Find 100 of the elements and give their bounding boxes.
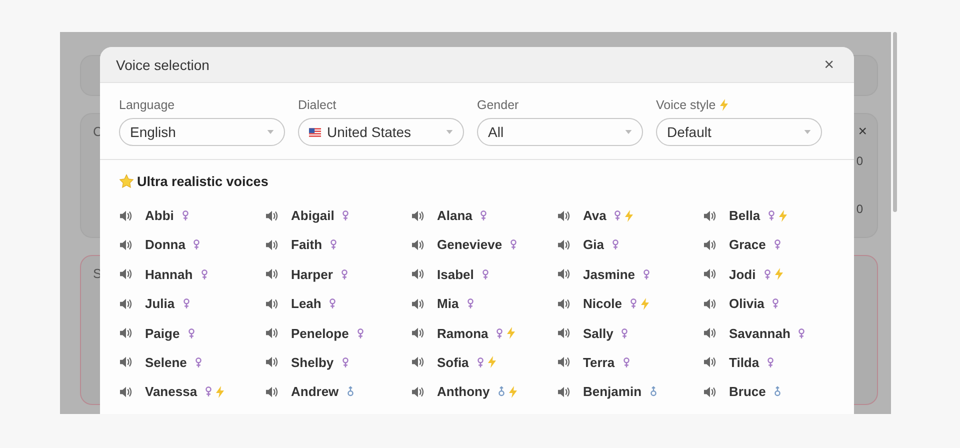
female-symbol-icon: [767, 356, 774, 368]
speaker-icon: [411, 386, 425, 398]
voice-name[interactable]: Andrew: [291, 384, 339, 400]
voice-name[interactable]: Sally: [583, 326, 614, 341]
voice-name[interactable]: Anthony: [437, 384, 490, 400]
female-symbol-icon: [774, 239, 781, 250]
voice-name[interactable]: Donna: [145, 237, 186, 252]
speaker-icon: [703, 238, 717, 251]
voice-name[interactable]: Jodi: [729, 266, 756, 282]
speaker-icon: [119, 238, 133, 251]
speaker-icon: [557, 327, 571, 340]
voice-name[interactable]: Benjamin: [583, 384, 642, 400]
voice-name[interactable]: Penelope: [291, 326, 349, 341]
female-symbol-icon: [188, 328, 195, 339]
caret-icon: [267, 130, 274, 134]
voice-name[interactable]: Alana: [437, 208, 472, 223]
voice-name[interactable]: Paige: [145, 326, 180, 341]
voice-name[interactable]: Olivia: [729, 296, 764, 312]
voice-name[interactable]: Abigail: [291, 208, 334, 223]
voice-name[interactable]: Bella: [729, 208, 760, 223]
female-symbol-icon: [510, 239, 518, 250]
voice-name[interactable]: Abbi: [145, 208, 174, 223]
female-symbol-icon: [482, 268, 489, 280]
voice-name[interactable]: Gia: [583, 237, 604, 252]
female-symbol-icon: [205, 386, 212, 398]
speaker-icon: [265, 386, 279, 398]
speaker-icon: [265, 327, 279, 340]
dropdown[interactable]: United States: [298, 118, 464, 146]
speaker-icon: [119, 356, 133, 368]
voice-name[interactable]: Selene: [145, 354, 187, 370]
voice-name[interactable]: Hannah: [145, 266, 193, 282]
value-text: 0: [856, 202, 863, 216]
speaker-icon: [557, 298, 571, 310]
voice-name[interactable]: Bruce: [729, 384, 766, 400]
voice-name[interactable]: Julia: [145, 296, 175, 312]
speaker-icon: [265, 298, 279, 310]
female-symbol-icon: [643, 268, 650, 280]
field-label: Gender: [477, 98, 519, 112]
voice-name[interactable]: Terra: [583, 354, 615, 370]
female-symbol-icon: [768, 210, 776, 221]
female-symbol-icon: [480, 210, 488, 221]
speaker-icon: [703, 298, 717, 310]
dropdown[interactable]: English: [119, 118, 285, 146]
speaker-icon: [119, 327, 133, 340]
speaker-icon: [557, 356, 571, 368]
speaker-icon: [119, 210, 133, 222]
dropdown[interactable]: All: [477, 118, 643, 146]
voice-name[interactable]: Ava: [583, 208, 606, 223]
voice-name[interactable]: Jasmine: [583, 266, 636, 282]
voice-name[interactable]: Sofia: [437, 354, 469, 370]
close-button[interactable]: ×: [858, 122, 867, 140]
voice-name[interactable]: Vanessa: [145, 384, 198, 400]
female-symbol-icon: [476, 356, 484, 368]
voice-name[interactable]: Shelby: [291, 354, 334, 370]
male-symbol-icon: [650, 386, 657, 398]
speaker-icon: [411, 268, 425, 280]
female-symbol-icon: [342, 210, 350, 221]
female-symbol-icon: [329, 298, 336, 310]
dropdown[interactable]: Default: [656, 118, 822, 146]
voice-name[interactable]: Isabel: [437, 266, 474, 282]
speaker-icon: [703, 268, 717, 280]
voice-name[interactable]: Leah: [291, 296, 322, 312]
male-symbol-icon: [774, 386, 781, 398]
female-symbol-icon: [193, 239, 200, 250]
female-symbol-icon: [630, 298, 638, 310]
section-title: Ultra realistic voices: [137, 174, 268, 189]
female-symbol-icon: [182, 210, 189, 221]
speaker-icon: [265, 268, 279, 280]
female-symbol-icon: [772, 298, 780, 310]
speaker-icon: [119, 268, 133, 280]
dialog-title: Voice selection: [116, 56, 210, 72]
voice-name[interactable]: Harper: [291, 266, 333, 282]
female-symbol-icon: [621, 328, 628, 339]
female-symbol-icon: [798, 328, 806, 339]
voice-name[interactable]: Grace: [729, 237, 766, 252]
speaker-icon: [265, 210, 279, 222]
speaker-icon: [703, 327, 717, 340]
voice-name[interactable]: Nicole: [583, 296, 622, 312]
close-button[interactable]: ×: [820, 54, 838, 74]
voice-name[interactable]: Tilda: [729, 354, 760, 370]
voice-name[interactable]: Ramona: [437, 326, 488, 341]
speaker-icon: [557, 238, 571, 251]
speaker-icon: [557, 210, 571, 222]
speaker-icon: [703, 210, 717, 222]
caret-icon: [804, 130, 811, 134]
field-label: Voice style: [656, 98, 716, 112]
voice-name[interactable]: Faith: [291, 237, 322, 252]
female-symbol-icon: [330, 239, 338, 250]
voice-name[interactable]: Savannah: [729, 326, 790, 341]
male-symbol-icon: [346, 386, 354, 398]
flag-icon: [309, 128, 321, 136]
speaker-icon: [411, 327, 425, 340]
speaker-icon: [411, 298, 425, 310]
voice-name[interactable]: Mia: [437, 296, 459, 312]
speaker-icon: [703, 356, 717, 368]
female-symbol-icon: [340, 268, 348, 280]
voice-name[interactable]: Genevieve: [437, 237, 502, 252]
female-symbol-icon: [182, 298, 190, 310]
female-symbol-icon: [466, 298, 474, 310]
speaker-icon: [411, 210, 425, 222]
